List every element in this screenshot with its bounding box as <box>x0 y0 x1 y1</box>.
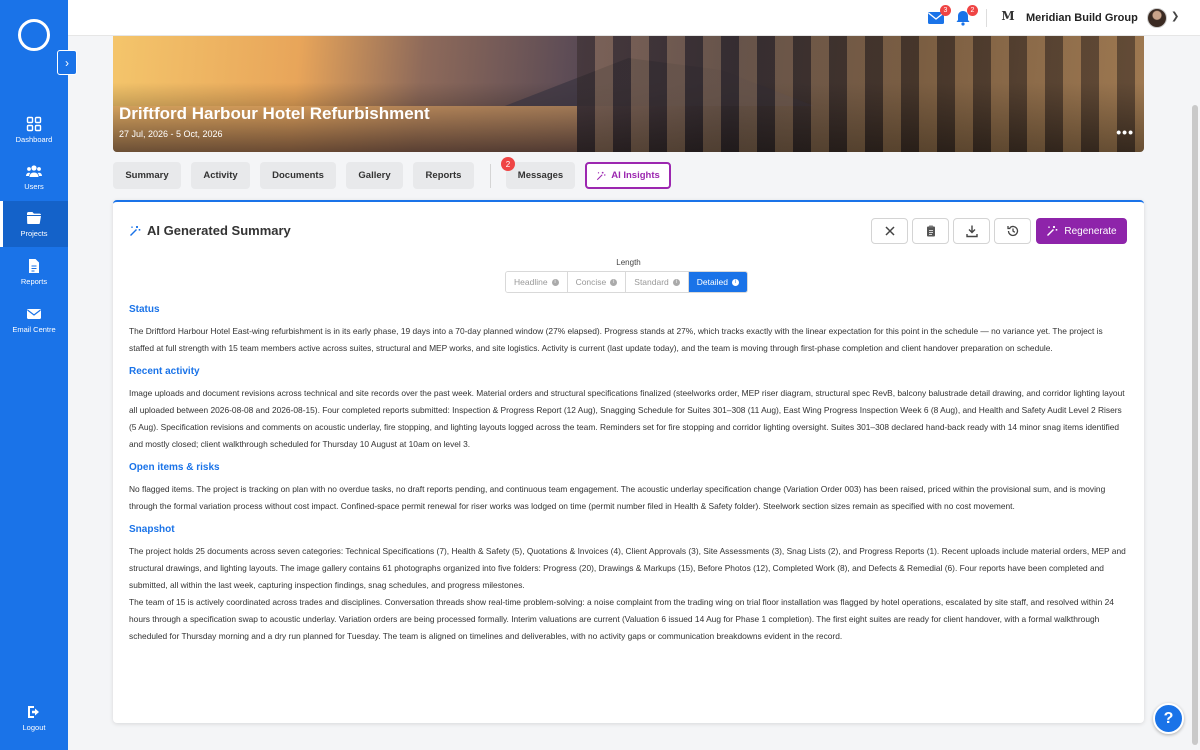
section-body: The project holds 25 documents across se… <box>129 546 1126 590</box>
tab-gallery[interactable]: Gallery <box>346 162 403 189</box>
mail-button[interactable]: 3 <box>927 5 951 26</box>
tab-ai-insights[interactable]: AI Insights <box>585 162 671 189</box>
magic-wand-icon <box>1047 226 1058 236</box>
card-title-text: AI Generated Summary <box>147 223 291 238</box>
regenerate-label: Regenerate <box>1064 225 1117 237</box>
sidebar-item-dashboard[interactable]: Dashboard <box>0 107 68 153</box>
info-icon: i <box>551 278 559 286</box>
copy-button[interactable] <box>912 218 949 244</box>
project-dates: 27 Jul, 2026 - 5 Oct, 2026 <box>119 129 223 139</box>
history-icon <box>1006 225 1018 237</box>
sidebar-item-reports[interactable]: Reports <box>0 249 68 295</box>
section-heading: Recent activity <box>129 366 200 377</box>
banner-image-building <box>576 36 1144 152</box>
sidebar-item-users[interactable]: Users <box>0 154 68 200</box>
summary-section: Snapshot The project holds 25 documents … <box>129 524 1129 645</box>
sidebar-expand-button[interactable]: › <box>57 50 77 75</box>
tab-reports[interactable]: Reports <box>413 162 474 189</box>
magic-wand-icon <box>597 171 606 180</box>
history-button[interactable] <box>994 218 1031 244</box>
project-title: Driftford Harbour Hotel Refurbishment <box>119 104 430 123</box>
length-option-concise[interactable]: Concise i <box>567 272 627 292</box>
summary-section: Open items & risks No flagged items. The… <box>129 462 1129 515</box>
section-heading: Open items & risks <box>129 462 220 473</box>
company-logo-stripe <box>999 23 1017 26</box>
project-banner: Driftford Harbour Hotel Refurbishment 27… <box>113 36 1144 152</box>
document-icon <box>29 259 39 273</box>
length-selector: Headline i Concise i Standard i Detailed i <box>505 271 748 293</box>
chevron-right-icon: › <box>65 55 69 70</box>
sidebar-item-projects[interactable]: Projects <box>0 201 68 247</box>
sidebar-item-label: Projects <box>20 229 48 238</box>
sidebar-item-label: Email Centre <box>12 325 56 334</box>
download-icon <box>965 225 978 238</box>
tab-summary[interactable]: Summary <box>113 162 181 189</box>
logout-label: Logout <box>22 723 46 732</box>
help-button[interactable]: ? <box>1153 703 1184 734</box>
summary-section: Status The Driftford Harbour Hotel East-… <box>129 304 1129 357</box>
top-bar: 3 2 M Meridian Build Group ❯ <box>68 0 1200 36</box>
users-icon <box>26 165 42 177</box>
sidebar-item-label: Dashboard <box>15 135 53 144</box>
mail-badge: 3 <box>940 5 951 16</box>
info-icon: i <box>610 278 618 286</box>
download-button[interactable] <box>953 218 990 244</box>
messages-badge: 2 <box>501 157 515 171</box>
sidebar-item-label: Reports <box>20 277 48 286</box>
grid-icon <box>26 116 42 132</box>
info-icon: i <box>731 278 739 286</box>
section-heading: Status <box>129 304 160 315</box>
info-icon: i <box>672 278 680 286</box>
folder-icon <box>27 212 41 224</box>
divider <box>986 9 987 27</box>
tab-ai-insights-label: AI Insights <box>611 170 660 181</box>
app-logo[interactable] <box>18 19 50 51</box>
summary-section: Recent activity Image uploads and docume… <box>129 366 1129 453</box>
length-option-headline[interactable]: Headline i <box>506 272 568 292</box>
envelope-icon <box>27 309 41 319</box>
tab-documents[interactable]: Documents <box>260 162 336 189</box>
ai-summary-card: AI Generated Summary Regenerate Length H… <box>113 200 1144 723</box>
company-logo: M <box>999 9 1017 25</box>
close-button[interactable] <box>871 218 908 244</box>
tab-divider <box>490 164 491 188</box>
company-name[interactable]: Meridian Build Group <box>1026 12 1138 24</box>
section-body: Image uploads and document revisions acr… <box>129 388 1125 449</box>
close-icon <box>884 226 895 236</box>
avatar[interactable] <box>1147 8 1167 28</box>
sidebar-item-email-centre[interactable]: Email Centre <box>0 297 68 343</box>
chevron-down-icon[interactable]: ❯ <box>1171 11 1179 22</box>
summary-content: Status The Driftford Harbour Hotel East-… <box>129 304 1129 654</box>
section-body: The Driftford Harbour Hotel East-wing re… <box>129 326 1103 353</box>
logout-button[interactable]: Logout <box>0 695 68 741</box>
clipboard-icon <box>926 225 935 237</box>
tab-activity[interactable]: Activity <box>191 162 250 189</box>
logout-icon <box>28 706 39 718</box>
regenerate-button[interactable]: Regenerate <box>1036 218 1127 244</box>
length-option-detailed[interactable]: Detailed i <box>688 272 747 292</box>
length-label: Length <box>616 258 641 267</box>
section-body: No flagged items. The project is trackin… <box>129 484 1106 511</box>
section-heading: Snapshot <box>129 524 175 535</box>
notifications-button[interactable]: 2 <box>954 5 978 26</box>
more-options-button[interactable]: ••• <box>1116 124 1134 140</box>
tab-messages[interactable]: Messages <box>506 162 575 189</box>
notifications-badge: 2 <box>967 5 978 16</box>
magic-wand-icon <box>130 225 141 236</box>
sidebar-item-label: Users <box>24 182 44 191</box>
sidebar: Dashboard Users Projects Reports Email C… <box>0 0 68 750</box>
length-option-standard[interactable]: Standard i <box>626 272 689 292</box>
scrollbar[interactable] <box>1192 105 1198 745</box>
card-title: AI Generated Summary <box>129 223 291 238</box>
section-body: The team of 15 is actively coordinated a… <box>129 597 1114 641</box>
